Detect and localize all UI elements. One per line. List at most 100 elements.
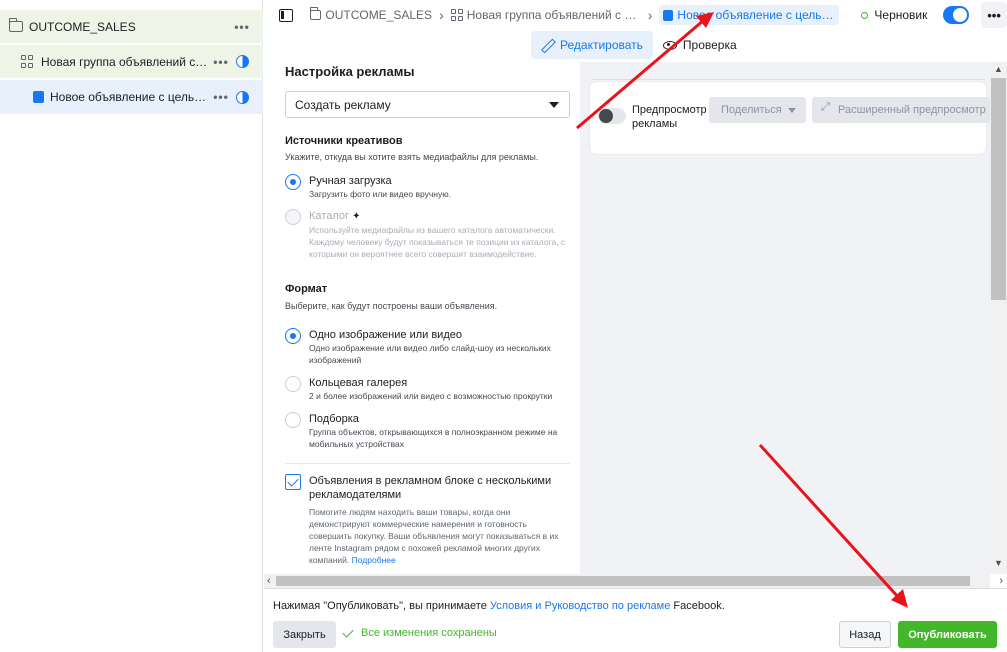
close-button[interactable]: Закрыть (273, 621, 336, 648)
tree-item-label: OUTCOME_SALES (29, 19, 136, 34)
radio-button (285, 209, 301, 225)
radio-button[interactable] (285, 412, 301, 428)
ad-preview-panel: Предпросмотр рекламы Поделиться Расширен… (580, 62, 990, 574)
delivery-status-icon (236, 90, 249, 104)
tab-label: Проверка (682, 38, 737, 52)
ad-icon (33, 91, 44, 103)
mode-tabs: Редактировать Проверка (531, 30, 747, 60)
scrollbar-thumb[interactable] (276, 576, 970, 586)
advanced-preview-button[interactable]: Расширенный предпросмотр (812, 97, 990, 123)
option-description: Помогите людям находить ваши товары, ког… (309, 506, 569, 566)
saved-status-label: Все изменения сохранены (361, 627, 497, 639)
select-value: Создать рекламу (295, 97, 391, 112)
divider (592, 79, 985, 80)
top-bar: OUTCOME_SALES › Новая группа объявлений … (264, 0, 1007, 30)
terms-text: Нажимая "Опубликовать", вы принимаете Ус… (273, 600, 725, 612)
checkbox[interactable] (285, 474, 301, 490)
draft-status: Черновик (861, 8, 927, 22)
ad-on-off-toggle[interactable] (943, 6, 970, 24)
breadcrumb-label: OUTCOME_SALES (325, 8, 433, 22)
breadcrumb-adset[interactable]: Новая группа объявлений с целью (450, 8, 641, 22)
terms-suffix: Facebook. (670, 600, 725, 612)
tree-item-label: Новая группа объявлений с целью... (41, 54, 210, 69)
creative-sources-heading: Источники креативов (285, 135, 403, 147)
toggle-sidebar-button[interactable] (275, 2, 297, 28)
ad-setup-select[interactable]: Создать рекламу (285, 91, 570, 118)
scroll-up-arrow-icon[interactable]: ▲ (990, 64, 1007, 78)
scroll-right-arrow-icon[interactable]: › (999, 574, 1003, 588)
chevron-right-icon: › (647, 7, 653, 23)
preview-card: Предпросмотр рекламы Поделиться Расширен… (590, 82, 990, 154)
campaign-tree-sidebar: OUTCOME_SALES ••• Новая группа объявлени… (0, 0, 263, 652)
status-label: Черновик (874, 8, 928, 22)
button-label: Поделиться (721, 104, 782, 116)
button-label: Расширенный предпросмотр (838, 104, 986, 116)
preview-toggle[interactable] (598, 108, 626, 124)
caret-down-icon (549, 102, 559, 108)
tab-review[interactable]: Проверка (653, 31, 747, 59)
tree-item-ad[interactable]: Новое объявление с целью "Про... ••• (0, 80, 263, 114)
tree-item-adset[interactable]: Новая группа объявлений с целью... ••• (0, 45, 263, 78)
scrollbar-thumb[interactable] (991, 78, 1006, 300)
radio-collection[interactable]: Подборка Группа объектов, открывающихся … (285, 412, 575, 450)
breadcrumb-campaign[interactable]: OUTCOME_SALES (309, 7, 433, 22)
more-options-icon[interactable]: ••• (231, 20, 253, 34)
tree-item-campaign[interactable]: OUTCOME_SALES ••• (0, 10, 263, 43)
breadcrumb-label: Новое объявление с целью "Прод (677, 8, 835, 22)
radio-button[interactable] (285, 174, 301, 190)
ad-set-grid-icon (21, 54, 35, 69)
description-text: Помогите людям находить ваши товары, ког… (309, 507, 559, 565)
share-button[interactable]: Поделиться (709, 97, 806, 123)
learn-more-link[interactable]: Подробнее (352, 555, 396, 565)
breadcrumb-ad[interactable]: Новое объявление с целью "Прод (659, 5, 840, 25)
back-button[interactable]: Назад (839, 621, 891, 648)
chevron-right-icon: › (439, 7, 444, 23)
horizontal-scrollbar[interactable]: ‹ › (264, 574, 1003, 588)
tree-item-label: Новое объявление с целью "Про... (50, 90, 210, 104)
more-actions-button[interactable]: ••• (981, 2, 1007, 28)
draft-status-dot-icon (861, 11, 869, 19)
folder-icon (309, 7, 322, 20)
multi-advertiser-ads-option[interactable]: Объявления в рекламном блоке с нескольки… (285, 474, 575, 566)
pencil-icon (541, 39, 554, 52)
option-description: Используйте медиафайлы из вашего каталог… (309, 225, 566, 259)
eye-icon (662, 40, 677, 50)
vertical-scrollbar[interactable]: ▲ ▼ (990, 62, 1007, 574)
terms-prefix: Нажимая "Опубликовать", вы принимаете (273, 600, 490, 612)
caret-down-icon (788, 108, 796, 113)
option-title: Подборка (309, 413, 359, 425)
radio-button[interactable] (285, 328, 301, 344)
breadcrumb-label: Новая группа объявлений с целью (466, 8, 641, 22)
delivery-status-icon (236, 55, 249, 68)
radio-button[interactable] (285, 376, 301, 392)
ad-setup-panel: Настройка рекламы Создать рекламу Источн… (274, 62, 580, 574)
creative-sources-hint: Укажите, откуда вы хотите взять медиафай… (285, 152, 539, 162)
scroll-down-arrow-icon[interactable]: ▼ (990, 558, 1007, 572)
footer-bar: Нажимая "Опубликовать", вы принимаете Ус… (264, 588, 1007, 652)
sidebar-panel-icon (279, 8, 294, 22)
checkmark-icon (342, 625, 354, 638)
option-description: 2 и более изображений или видео с возмож… (309, 391, 553, 401)
option-title: Кольцевая галерея (309, 377, 408, 389)
more-options-icon[interactable]: ••• (210, 90, 232, 104)
radio-manual-upload[interactable]: Ручная загрузка Загрузить фото или видео… (285, 174, 575, 200)
ad-set-grid-icon (450, 9, 463, 21)
radio-catalog: Каталог ✦ Используйте медиафайлы из ваше… (285, 209, 575, 260)
sparkle-icon: ✦ (352, 211, 361, 222)
radio-carousel[interactable]: Кольцевая галерея 2 и более изображений … (285, 376, 575, 402)
option-title: Объявления в рекламном блоке с нескольки… (309, 475, 552, 501)
more-options-icon[interactable]: ••• (210, 55, 232, 69)
option-description: Группа объектов, открывающихся в полноэк… (309, 427, 558, 449)
scroll-left-arrow-icon[interactable]: ‹ (267, 574, 271, 588)
format-hint: Выберите, как будут построены ваши объяв… (285, 301, 498, 311)
option-description: Одно изображение или видео либо слайд-шо… (309, 343, 551, 365)
terms-link[interactable]: Условия и Руководство по рекламе (490, 600, 670, 612)
folder-icon (8, 18, 23, 32)
ad-icon (663, 9, 674, 21)
tab-edit[interactable]: Редактировать (531, 31, 653, 59)
option-title: Одно изображение или видео (309, 329, 462, 341)
publish-button[interactable]: Опубликовать (898, 621, 997, 648)
tab-label: Редактировать (560, 38, 643, 52)
radio-single-image-video[interactable]: Одно изображение или видео Одно изображе… (285, 328, 575, 366)
option-title: Ручная загрузка (309, 175, 392, 187)
